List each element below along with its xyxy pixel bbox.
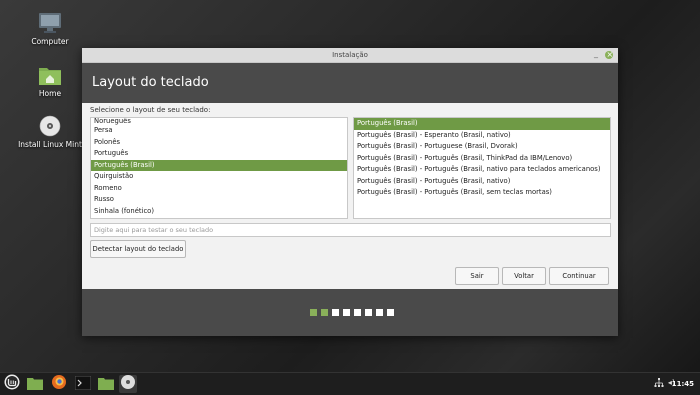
taskbar-firefox[interactable] (50, 375, 68, 393)
window-titlebar[interactable]: Instalação _ (82, 48, 618, 63)
list-item[interactable]: Norueguês (91, 118, 347, 125)
menu-button[interactable] (3, 374, 21, 394)
mint-logo-icon (4, 374, 20, 394)
minimize-icon[interactable]: _ (592, 50, 600, 59)
terminal-icon (74, 375, 92, 394)
taskbar-folder[interactable] (97, 375, 115, 393)
desktop-icon-computer[interactable]: Computer (12, 12, 88, 46)
desktop-icon-install[interactable]: Install Linux Mint (12, 115, 88, 149)
list-item[interactable]: Português (Brasil) - Portuguese (Brasil,… (354, 141, 610, 153)
progress-dot (387, 309, 394, 316)
folder-icon (27, 375, 43, 394)
progress-dot (365, 309, 372, 316)
list-item[interactable]: Português (Brasil) - Português (Brasil, … (354, 187, 610, 199)
network-icon[interactable] (654, 378, 664, 391)
progress-footer (82, 289, 618, 336)
quit-button[interactable]: Sair (455, 267, 499, 285)
progress-dots (310, 309, 394, 316)
list-item[interactable]: Quirguistão (91, 171, 347, 183)
list-item[interactable]: Persa (91, 125, 347, 137)
list-item[interactable]: Português (Brasil) - Português (Brasil, … (354, 176, 610, 188)
progress-dot (343, 309, 350, 316)
list-item[interactable]: Russo (91, 194, 347, 206)
taskbar-files[interactable] (26, 375, 44, 393)
continue-button[interactable]: Continuar (549, 267, 609, 285)
firefox-icon (51, 374, 67, 394)
keyboard-layout-panel: Selecione o layout de seu teclado: Norue… (82, 103, 618, 294)
list-item-selected[interactable]: Português (Brasil) (91, 159, 347, 171)
taskbar-terminal[interactable] (74, 375, 92, 393)
list-item[interactable]: Português (Brasil) - Português (Brasil, … (354, 153, 610, 165)
list-item[interactable]: Português (91, 148, 347, 160)
desktop-icon-home[interactable]: Home (12, 64, 88, 98)
installer-window: Instalação _ Layout do teclado Selecione… (82, 48, 618, 336)
taskbar-installer[interactable] (119, 375, 137, 393)
list-item[interactable]: Polonês (91, 137, 347, 149)
layout-list[interactable]: Norueguês Persa Polonês Português Portug… (90, 117, 348, 219)
folder-icon (98, 375, 114, 394)
dvd-icon (37, 115, 63, 137)
list-item[interactable]: Romeno (91, 183, 347, 195)
list-item[interactable]: Português (Brasil) - Esperanto (Brasil, … (354, 130, 610, 142)
back-button[interactable]: Voltar (502, 267, 546, 285)
close-icon[interactable] (605, 48, 613, 62)
list-item[interactable]: Português (Brasil) - Português (Brasil, … (354, 164, 610, 176)
variant-list[interactable]: Português (Brasil) Português (Brasil) - … (353, 117, 611, 219)
progress-dot-done (310, 309, 317, 316)
clock[interactable]: 11:45 (672, 373, 694, 395)
progress-dot (332, 309, 339, 316)
progress-dot (354, 309, 361, 316)
detect-layout-button[interactable]: Detectar layout do teclado (90, 240, 186, 258)
layout-prompt: Selecione o layout de seu teclado: (90, 106, 211, 114)
list-item-selected[interactable]: Português (Brasil) (354, 118, 610, 130)
home-folder-icon (37, 64, 63, 86)
dvd-icon (120, 374, 136, 394)
progress-dot (376, 309, 383, 316)
window-title: Instalação (332, 51, 368, 59)
progress-dot-done (321, 309, 328, 316)
keyboard-test-input[interactable]: Digite aqui para testar o seu teclado (90, 223, 611, 237)
taskbar: ◂) 11:45 (0, 372, 700, 395)
computer-icon (37, 12, 63, 34)
page-title: Layout do teclado (82, 63, 618, 103)
list-item[interactable]: Sinhala (fonético) (91, 206, 347, 218)
